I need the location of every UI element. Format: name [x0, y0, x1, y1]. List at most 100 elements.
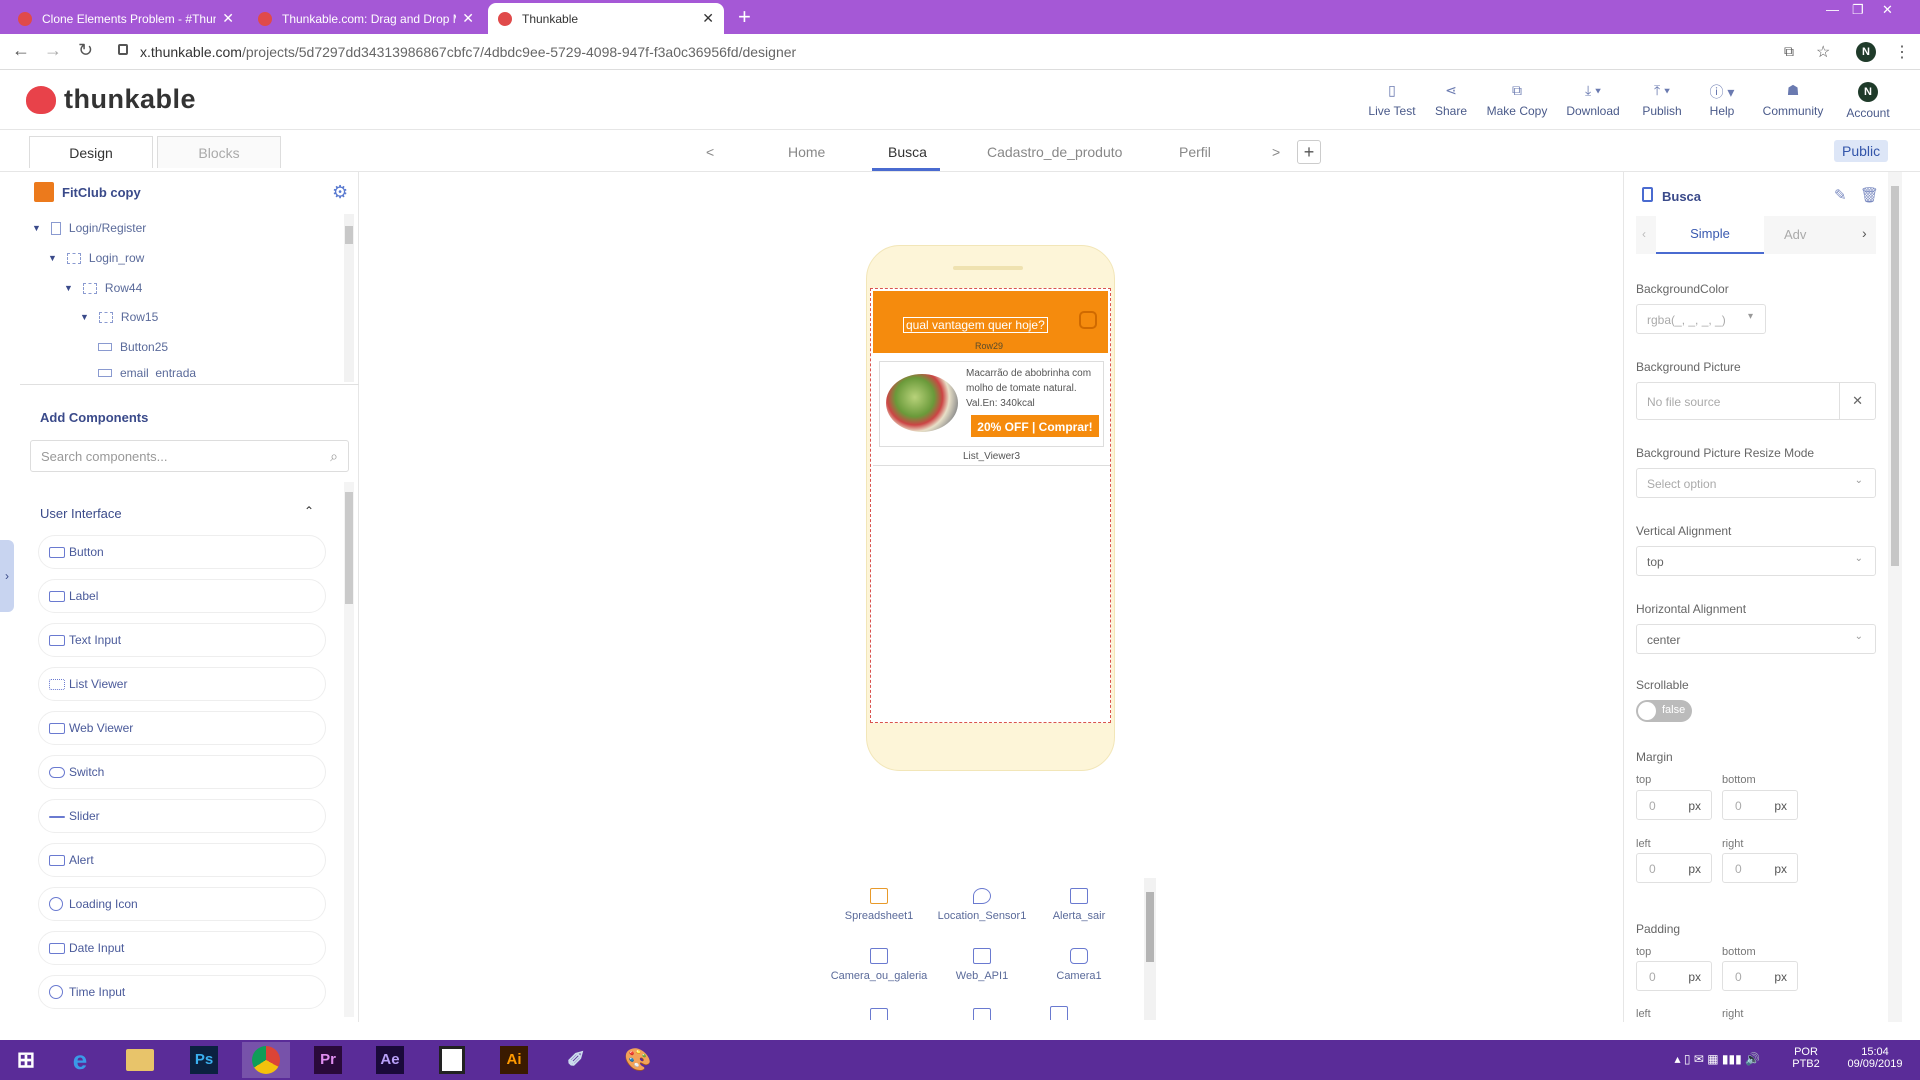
nonvisible-item[interactable]: Location_Sensor1 — [927, 888, 1037, 922]
background-picture-field[interactable]: No file source ✕ — [1636, 382, 1876, 420]
paint-icon[interactable]: 🎨 — [614, 1042, 662, 1078]
scrollbar-thumb[interactable] — [345, 226, 353, 244]
close-icon[interactable]: ✕ — [462, 10, 474, 27]
chevron-up-icon[interactable]: ⌃ — [304, 504, 314, 518]
components-scrollbar[interactable] — [344, 482, 354, 1017]
internet-explorer-icon[interactable]: e — [56, 1042, 104, 1078]
star-icon[interactable]: ☆ — [1816, 42, 1830, 62]
tab-advanced[interactable]: Adv — [1784, 216, 1806, 254]
minimize-icon[interactable]: — — [1826, 2, 1839, 17]
scrollbar-thumb[interactable] — [1891, 186, 1899, 566]
tree-item[interactable]: ▼ Login_row — [48, 251, 144, 265]
new-tab-icon[interactable]: + — [738, 4, 751, 30]
share-button[interactable]: ⋖ Share — [1416, 82, 1486, 118]
caret-down-icon[interactable]: ▼ — [32, 223, 41, 233]
search-icon[interactable] — [1079, 311, 1097, 329]
nonvisible-item[interactable]: Spreadsheet1 — [824, 888, 934, 922]
windows-start-icon[interactable]: ⊞ — [2, 1042, 50, 1078]
profile-avatar[interactable]: N — [1856, 42, 1876, 62]
component-button[interactable]: Button — [38, 535, 326, 569]
screen-tab-cadastro[interactable]: Cadastro_de_produto — [987, 144, 1122, 160]
translate-icon[interactable]: ⧉ — [1784, 43, 1794, 60]
chrome-icon[interactable] — [242, 1042, 290, 1078]
forward-icon[interactable]: → — [44, 40, 62, 61]
chevron-right-icon[interactable]: › — [1862, 225, 1867, 241]
component-text-input[interactable]: Text Input — [38, 623, 326, 657]
tab-blocks[interactable]: Blocks — [157, 136, 281, 168]
gear-icon[interactable]: ⚙ — [332, 182, 348, 203]
margin-bottom-input[interactable]: 0 px — [1722, 790, 1798, 820]
component-web-viewer[interactable]: Web Viewer — [38, 711, 326, 745]
resize-mode-select[interactable]: Select option ⌄ — [1636, 468, 1876, 498]
download-button[interactable]: ⤓ ▾ Download — [1558, 82, 1628, 118]
photoshop-icon[interactable]: Ps — [180, 1042, 228, 1078]
scrollbar-thumb[interactable] — [1146, 892, 1154, 962]
scrollbar-thumb[interactable] — [345, 492, 353, 604]
caret-down-icon[interactable]: ▼ — [64, 283, 73, 293]
restore-icon[interactable]: ❐ — [1852, 2, 1864, 18]
chevron-left-icon[interactable]: ‹ — [1642, 227, 1646, 241]
url-field[interactable]: x.thunkable.com/projects/5d7297dd3431398… — [140, 44, 796, 60]
caret-down-icon[interactable]: ▼ — [48, 253, 57, 263]
browser-tab[interactable]: Clone Elements Problem - #Thunkable ✕ — [8, 3, 244, 34]
nonvisible-scrollbar[interactable] — [1144, 878, 1156, 1020]
scrollable-toggle[interactable]: false — [1636, 700, 1692, 722]
horizontal-alignment-select[interactable]: center ⌄ — [1636, 624, 1876, 654]
browser-tab[interactable]: Thunkable.com: Drag and Drop Mobile App … — [248, 3, 484, 34]
tab-design[interactable]: Design — [29, 136, 153, 168]
clock[interactable]: 15:04 09/09/2019 — [1840, 1046, 1910, 1070]
after-effects-icon[interactable]: Ae — [366, 1042, 414, 1078]
component-alert[interactable]: Alert — [38, 843, 326, 877]
screen-prev-icon[interactable]: < — [706, 144, 714, 160]
nonvisible-item[interactable]: Camera_ou_galeria — [824, 948, 934, 982]
tree-item[interactable]: Button25 — [98, 340, 168, 354]
panel-divider[interactable] — [20, 384, 359, 385]
vertical-alignment-select[interactable]: top ⌄ — [1636, 546, 1876, 576]
tree-item[interactable]: ▼ Row44 — [64, 281, 142, 295]
tray-icons[interactable]: ▴ ▯ ✉ ▦ ▮▮▮ 🔊 — [1675, 1052, 1760, 1066]
screen-tab-home[interactable]: Home — [788, 144, 825, 160]
list-item-card[interactable]: Macarrão de abobrinha com molho de tomat… — [879, 361, 1104, 447]
component-switch[interactable]: Switch — [38, 755, 326, 789]
window-close-icon[interactable]: ✕ — [1882, 2, 1893, 18]
trash-icon[interactable]: 🗑 — [1860, 186, 1879, 204]
tab-simple[interactable]: Simple — [1656, 216, 1764, 254]
padding-top-input[interactable]: 0 px — [1636, 961, 1712, 991]
expand-panel-icon[interactable]: › — [0, 540, 14, 612]
component-label-item[interactable]: Label — [38, 579, 326, 613]
tree-scrollbar[interactable] — [344, 214, 354, 382]
public-button[interactable]: Public — [1834, 140, 1889, 162]
tree-item[interactable]: email_entrada — [98, 368, 196, 378]
language-indicator[interactable]: POR PTB2 — [1786, 1046, 1826, 1070]
screen-canvas[interactable]: qual vantagem quer hoje? Row29 Macarrão … — [870, 288, 1111, 723]
community-button[interactable]: ☗ Community — [1758, 82, 1828, 118]
pen-tablet-icon[interactable]: ✐ — [552, 1042, 600, 1078]
close-icon[interactable]: ✕ — [222, 10, 234, 27]
illustrator-icon[interactable]: Ai — [490, 1042, 538, 1078]
background-color-picker[interactable]: rgba(_, _, _, _) ▾ — [1636, 304, 1766, 334]
search-textbox[interactable]: qual vantagem quer hoje? — [903, 317, 1048, 333]
back-icon[interactable]: ← — [12, 40, 30, 61]
notepad-icon[interactable] — [428, 1042, 476, 1078]
nonvisible-item[interactable]: Web_API1 — [927, 948, 1037, 982]
search-components-field[interactable]: Search components... ⌕ — [30, 440, 349, 472]
help-button[interactable]: ⓘ ▾ Help — [1687, 82, 1757, 118]
margin-left-input[interactable]: 0 px — [1636, 853, 1712, 883]
screen-tab-busca[interactable]: Busca — [888, 144, 927, 160]
make-copy-button[interactable]: ⧉ Make Copy — [1482, 82, 1552, 118]
premiere-icon[interactable]: Pr — [304, 1042, 352, 1078]
category-user-interface[interactable]: User Interface — [40, 506, 122, 521]
nonvisible-item[interactable] — [1004, 1006, 1114, 1020]
clear-icon[interactable]: ✕ — [1852, 393, 1863, 409]
nonvisible-item[interactable]: Camera1 — [1024, 948, 1134, 982]
screen-next-icon[interactable]: > — [1272, 144, 1280, 160]
header-row[interactable]: qual vantagem quer hoje? Row29 — [873, 291, 1108, 353]
buy-button[interactable]: 20% OFF | Comprar! — [970, 414, 1100, 438]
reload-icon[interactable]: ↻ — [78, 40, 93, 61]
margin-top-input[interactable]: 0 px — [1636, 790, 1712, 820]
add-screen-button[interactable]: + — [1297, 140, 1321, 164]
tree-item[interactable]: ▼ Login/Register — [32, 221, 146, 235]
properties-scrollbar[interactable] — [1888, 172, 1902, 1022]
nonvisible-item[interactable]: Alerta_sair — [1024, 888, 1134, 922]
account-button[interactable]: N Account — [1833, 82, 1903, 120]
